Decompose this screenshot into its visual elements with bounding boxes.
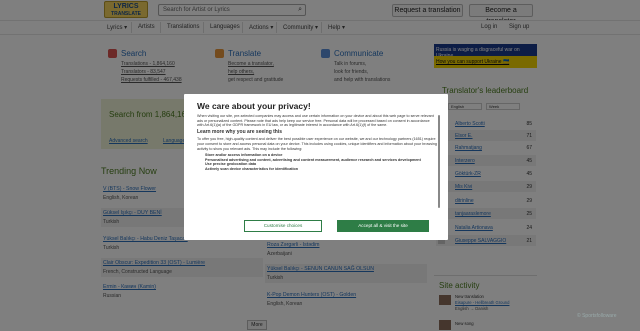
modal-body: When visiting our site, pre-selected com…: [197, 114, 437, 214]
watermark: © Sportsfolloware: [577, 313, 617, 319]
privacy-text: To offer you free, high-quality content …: [197, 137, 437, 151]
accept-all-button[interactable]: Accept all & visit the site: [337, 220, 429, 232]
customise-choices-button[interactable]: Customise choices: [244, 220, 322, 232]
learn-more-heading: Learn more why you are seeing this: [197, 128, 283, 135]
privacy-text: When visiting our site, pre-selected com…: [197, 114, 434, 128]
modal-scrollbar[interactable]: [438, 115, 440, 208]
purpose-item: Actively scan device characteristics for…: [205, 167, 437, 172]
privacy-modal: We care about your privacy! When visitin…: [184, 94, 448, 240]
modal-title: We care about your privacy!: [197, 101, 311, 111]
purpose-list: Store and/or access information on a dev…: [205, 153, 437, 171]
